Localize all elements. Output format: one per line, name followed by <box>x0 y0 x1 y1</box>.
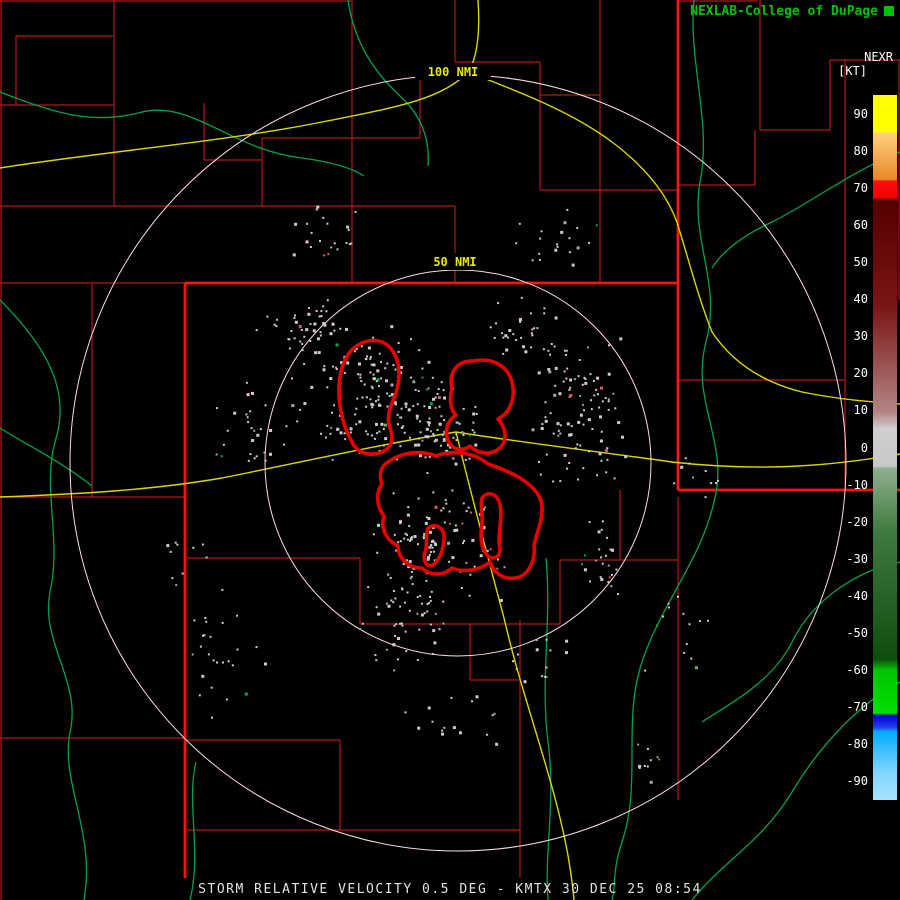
nexlab-logo-icon <box>884 6 894 16</box>
highways <box>0 0 900 900</box>
colorbar-tick: 60 <box>854 218 868 232</box>
radar-echoes <box>166 206 719 784</box>
county-lines <box>0 0 900 900</box>
colorbar-ticks: 90 80 70 60 50 40 30 20 10 0 -10 -20 -30 -40 -50 -60 -70… <box>835 95 868 800</box>
colorbar-tick: 70 <box>854 181 868 195</box>
colorbar-tick: -40 <box>846 589 868 603</box>
colorbar-tick: -50 <box>846 626 868 640</box>
lake-island-sliver <box>481 494 501 558</box>
colorbar-title: NEXR <box>838 50 893 64</box>
colorbar-tick: -80 <box>846 737 868 751</box>
colorbar-tick: -70 <box>846 700 868 714</box>
colorbar-tick: -10 <box>846 478 868 492</box>
colorbar-units: [KT] <box>838 64 867 78</box>
colorbar-tick: 90 <box>854 107 868 121</box>
colorbar-tick: -90 <box>846 774 868 788</box>
radar-viewer: 100 NMI 50 NMI NEXLAB-College of DuPage … <box>0 0 900 900</box>
colorbar-header: NEXR [KT] <box>838 50 893 78</box>
colorbar-bar <box>873 95 897 800</box>
colorbar-tick: 40 <box>854 292 868 306</box>
brand-text: NEXLAB-College of DuPage <box>690 4 878 19</box>
lake-outlines <box>339 340 542 578</box>
colorbar: 90 80 70 60 50 40 30 20 10 0 -10 -20 -30 -40 -50 -60 -70… <box>835 95 897 800</box>
colorbar-tick: 10 <box>854 403 868 417</box>
lake-south-body <box>378 453 542 579</box>
ring-label-50: 50 NMI <box>433 255 476 269</box>
colorbar-tick: 30 <box>854 329 868 343</box>
lake-northwest-lobe <box>339 340 399 454</box>
colorbar-tick: 50 <box>854 255 868 269</box>
ring-labels: 100 NMI 50 NMI <box>415 63 491 270</box>
colorbar-tick: 0 <box>861 441 868 455</box>
colorbar-tick: -60 <box>846 663 868 677</box>
colorbar-tick: 20 <box>854 366 868 380</box>
state-borders <box>185 0 900 878</box>
product-status-line: STORM RELATIVE VELOCITY 0.5 DEG - KMTX 3… <box>0 882 900 897</box>
ring-label-100: 100 NMI <box>428 65 479 79</box>
range-ring-50nmi <box>265 270 651 656</box>
radar-map: 100 NMI 50 NMI <box>0 0 900 900</box>
colorbar-tick: -20 <box>846 515 868 529</box>
rivers <box>0 0 900 900</box>
colorbar-tick: 80 <box>854 144 868 158</box>
colorbar-tick: -30 <box>846 552 868 566</box>
